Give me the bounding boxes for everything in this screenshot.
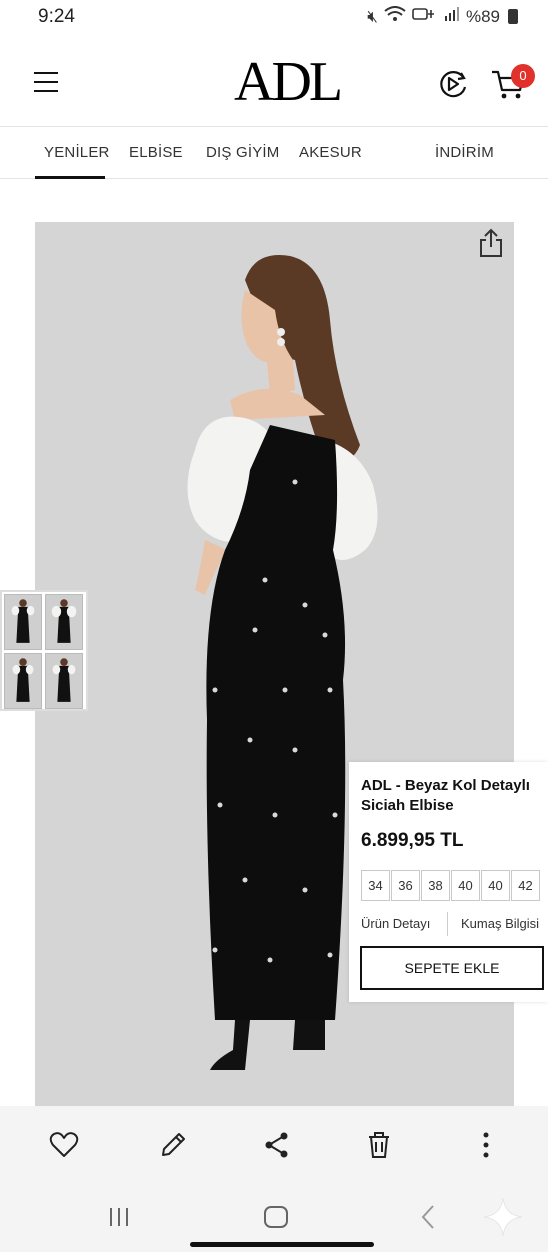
thumbnail-3[interactable] [4,653,42,709]
size-option[interactable]: 40 [451,870,480,901]
thumbnail-1[interactable] [4,594,42,650]
menu-icon[interactable] [34,72,58,92]
battery-icon [508,9,518,24]
nav-item-indirim[interactable]: İNDİRİM [435,144,494,161]
tab-fabric-info[interactable]: Kumaş Bilgisi [461,916,539,931]
size-selector: 34 36 38 40 40 42 [361,870,541,901]
size-option[interactable]: 38 [421,870,450,901]
thumbnail-2[interactable] [45,594,83,650]
battery-text: %89 [465,6,500,26]
status-bar: 9:24 🔇︎ %89 [0,0,548,34]
product-info-card: ADL - Beyaz Kol Detaylı Siciah Elbise 6.… [349,762,548,1002]
size-option[interactable]: 42 [511,870,540,901]
trash-icon[interactable] [364,1130,394,1160]
product-title: ADL - Beyaz Kol Detaylı Siciah Elbise [361,777,530,814]
category-nav: YENİLER ELBİSE DIŞ GİYİM AKESUR İNDİRİM [0,126,548,179]
size-option[interactable]: 34 [361,870,390,901]
logo[interactable]: ADL [234,50,343,114]
status-icons: 🔇︎ %89 [367,6,518,27]
back-icon[interactable] [420,1204,436,1230]
mute-icon: 🔇︎ [367,6,378,26]
cart-count-badge: 0 [511,64,535,88]
lte-icon [412,6,438,27]
nav-item-elbise[interactable]: ELBİSE [129,144,183,161]
more-icon[interactable] [471,1130,501,1160]
size-option[interactable]: 36 [391,870,420,901]
video-play-icon[interactable] [437,69,469,99]
recent-apps-icon[interactable] [108,1207,130,1227]
tab-product-detail[interactable]: Ürün Detayı [361,916,430,931]
header: ADL 0 [0,40,548,126]
gesture-bar[interactable] [190,1242,374,1247]
thumbnail-4[interactable] [45,653,83,709]
wifi-icon [384,6,406,27]
nav-item-akesur[interactable]: AKESUR [299,144,362,161]
nav-active-indicator [35,176,105,179]
home-icon[interactable] [264,1206,288,1228]
heart-icon[interactable] [49,1130,79,1160]
status-time: 9:24 [38,6,75,27]
share-image-icon[interactable] [478,228,504,258]
share-icon[interactable] [262,1130,292,1160]
product-page: 9:24 🔇︎ %89 ADL 0 YENİLER ELBİSE DIŞ GİY… [0,0,548,1252]
sparkle-icon[interactable] [482,1196,524,1238]
nav-item-yeniler[interactable]: YENİLER [44,144,110,161]
size-option[interactable]: 40 [481,870,510,901]
signal-icon [444,6,460,27]
thumbnail-grid [0,590,88,711]
tab-divider [447,912,448,936]
info-tabs: Ürün Detayı Kumaş Bilgisi [361,912,548,936]
bottom-toolbar [0,1106,548,1186]
product-price: 6.899,95 TL [361,830,464,851]
edit-icon[interactable] [158,1130,188,1160]
system-nav-bar [0,1186,548,1252]
nav-item-dis-giyim[interactable]: DIŞ GİYİM [206,144,279,161]
add-to-cart-button[interactable]: SEPETE EKLE [360,946,544,990]
